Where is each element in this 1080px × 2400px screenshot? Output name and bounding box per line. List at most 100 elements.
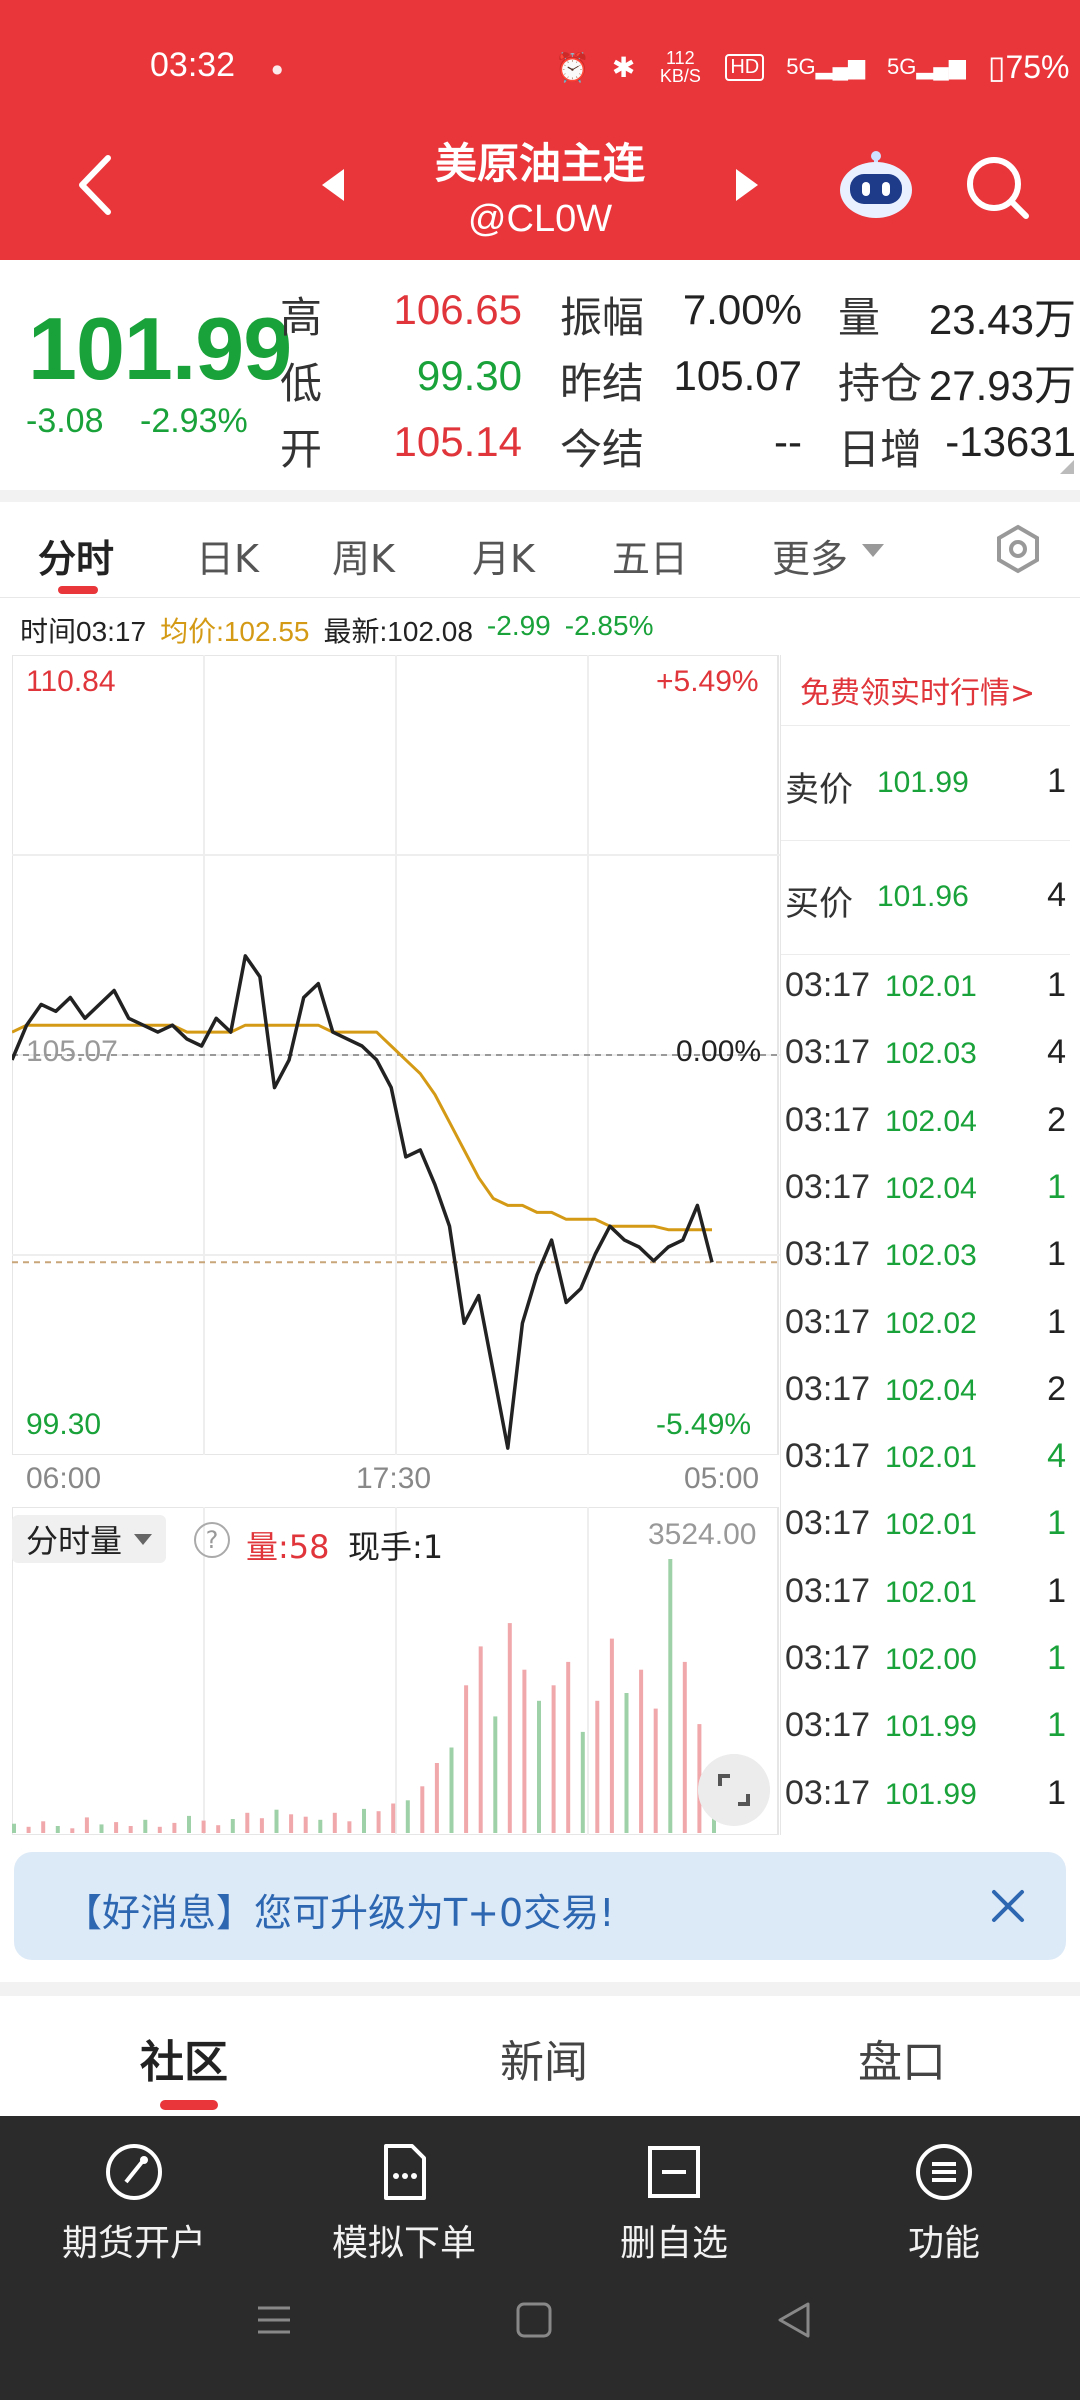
tick-row: 03:17 102.01 1 [785,1496,1070,1556]
book-divider [781,725,1070,726]
volume-bar [391,1803,396,1833]
pct-low-label: -5.49% [656,1408,752,1441]
tick-row: 03:17 101.99 1 [785,1766,1070,1826]
x-tick-end: 05:00 [684,1462,760,1495]
remove-watchlist-label: 删自选 [619,2223,728,2264]
prev-settle-value: 105.07 [673,352,802,399]
fullscreen-icon[interactable] [698,1754,770,1826]
tab-five-day[interactable]: 五日 [612,528,688,583]
remove-watchlist-button[interactable]: 删自选 [574,2140,774,2266]
tick-price: 101.99 [885,1710,977,1744]
active-tab-indicator [160,2100,218,2110]
tab-more[interactable]: 更多 [772,528,848,583]
volume-bar [143,1819,148,1833]
volume-indicator-label: 分时量 [26,1522,123,1560]
recent-apps-icon[interactable] [254,2300,294,2340]
prev-contract-icon[interactable] [318,167,348,203]
intraday-chart[interactable] [12,655,780,1455]
tick-row: 03:17 102.04 2 [785,1093,1070,1153]
tick-time: 03:17 [785,1033,871,1072]
volume-bar [41,1821,46,1833]
tick-price: 101.99 [885,1777,977,1811]
back-icon[interactable] [70,150,120,220]
prev-settle-label: 昨结 [560,359,645,408]
tick-time: 03:17 [785,1504,871,1543]
tick-row: 03:17 102.03 1 [785,1227,1070,1287]
promo-text: 【好消息】您可升级为T+0交易! [64,1891,615,1935]
volume-bar [128,1826,133,1833]
x-tick-mid: 17:30 [356,1462,432,1495]
volume-bar [55,1826,60,1833]
volume-bar [157,1826,162,1833]
tab-news[interactable]: 新闻 [500,2026,588,2090]
help-icon[interactable]: ? [194,1522,230,1558]
functions-button[interactable]: 功能 [844,2140,1044,2266]
high-value: 106.65 [393,286,522,333]
tick-price: 102.01 [885,970,977,1003]
tick-volume: 2 [1047,1369,1066,1408]
volume-bar [274,1809,279,1833]
tab-community[interactable]: 社区 [140,2026,228,2090]
robot-assistant-icon[interactable] [836,150,916,220]
tab-monthly-k[interactable]: 月K [472,528,535,583]
active-tab-indicator [58,586,98,594]
tick-time: 03:17 [785,1100,871,1139]
info-change: -2.99 [486,610,551,641]
home-icon[interactable] [514,2300,554,2340]
more-dropdown-icon[interactable] [862,544,884,557]
volume-bar [493,1716,498,1833]
status-time: 03:32 [150,46,236,84]
bottom-action-bar: 期货开户 模拟下单 删自选 功能 [0,2116,1080,2400]
settings-hex-icon[interactable] [993,524,1043,574]
volume-bar [230,1819,235,1833]
tab-intraday[interactable]: 分时 [38,528,114,583]
tick-row: 03:17 102.01 1 [785,958,1070,1018]
free-realtime-link[interactable]: 免费领实时行情> [800,668,1035,712]
expand-corner-icon[interactable] [1060,460,1074,474]
info-time: 时间03:17 [20,616,147,647]
next-contract-icon[interactable] [732,167,762,203]
tick-time: 03:17 [785,1571,871,1610]
open-label: 开 [280,425,323,474]
tick-row: 03:17 101.99 1 [785,1698,1070,1758]
pct-high-label: +5.49% [656,665,759,698]
tick-volume: 4 [1047,1437,1066,1476]
functions-label: 功能 [907,2223,980,2264]
sim-order-button[interactable]: 模拟下单 [304,2140,504,2266]
divider [0,1982,1080,1996]
tick-price: 102.02 [885,1306,977,1340]
tick-volume: 1 [1047,1235,1066,1274]
volume-bar [114,1822,119,1833]
tick-time: 03:17 [785,966,871,1004]
back-nav-icon[interactable] [774,2300,814,2340]
volume-bar [449,1747,454,1833]
tick-price: 102.03 [885,1037,977,1071]
volume-indicator-select[interactable]: 分时量 [12,1515,167,1563]
tick-time: 03:17 [785,1706,871,1745]
chart-tabs: 分时 日K 周K 月K 五日 更多 [0,502,1080,598]
search-icon[interactable] [962,152,1032,222]
alarm-icon: ⏰ [555,51,590,83]
open-account-button[interactable]: 期货开户 [34,2140,234,2266]
tick-volume: 1 [1047,1639,1066,1677]
tick-row: 03:17 102.00 1 [785,1631,1070,1691]
tick-time: 03:17 [785,1235,871,1274]
promo-banner[interactable]: 【好消息】您可升级为T+0交易! [14,1852,1066,1960]
ask-price: 101.99 [877,766,969,799]
volume-bar [537,1700,541,1833]
bid-label: 买价 [785,885,853,923]
ask-label: 卖价 [785,771,853,809]
tick-volume: 1 [1047,1706,1066,1745]
open-value: 105.14 [393,418,522,465]
tick-price: 102.03 [885,1239,977,1273]
tab-order-book[interactable]: 盘口 [858,2026,946,2090]
speed-readout: 112 KB/S [659,48,701,86]
close-icon[interactable] [988,1886,1028,1926]
bid-row: 买价 101.96 4 [785,868,1070,928]
info-last-price: 最新:102.08 [323,616,473,647]
volume-bar [12,1823,16,1833]
tab-weekly-k[interactable]: 周K [332,528,395,583]
book-divider [781,840,1070,841]
tick-row: 03:17 102.04 1 [785,1160,1070,1220]
tab-daily-k[interactable]: 日K [196,528,259,583]
